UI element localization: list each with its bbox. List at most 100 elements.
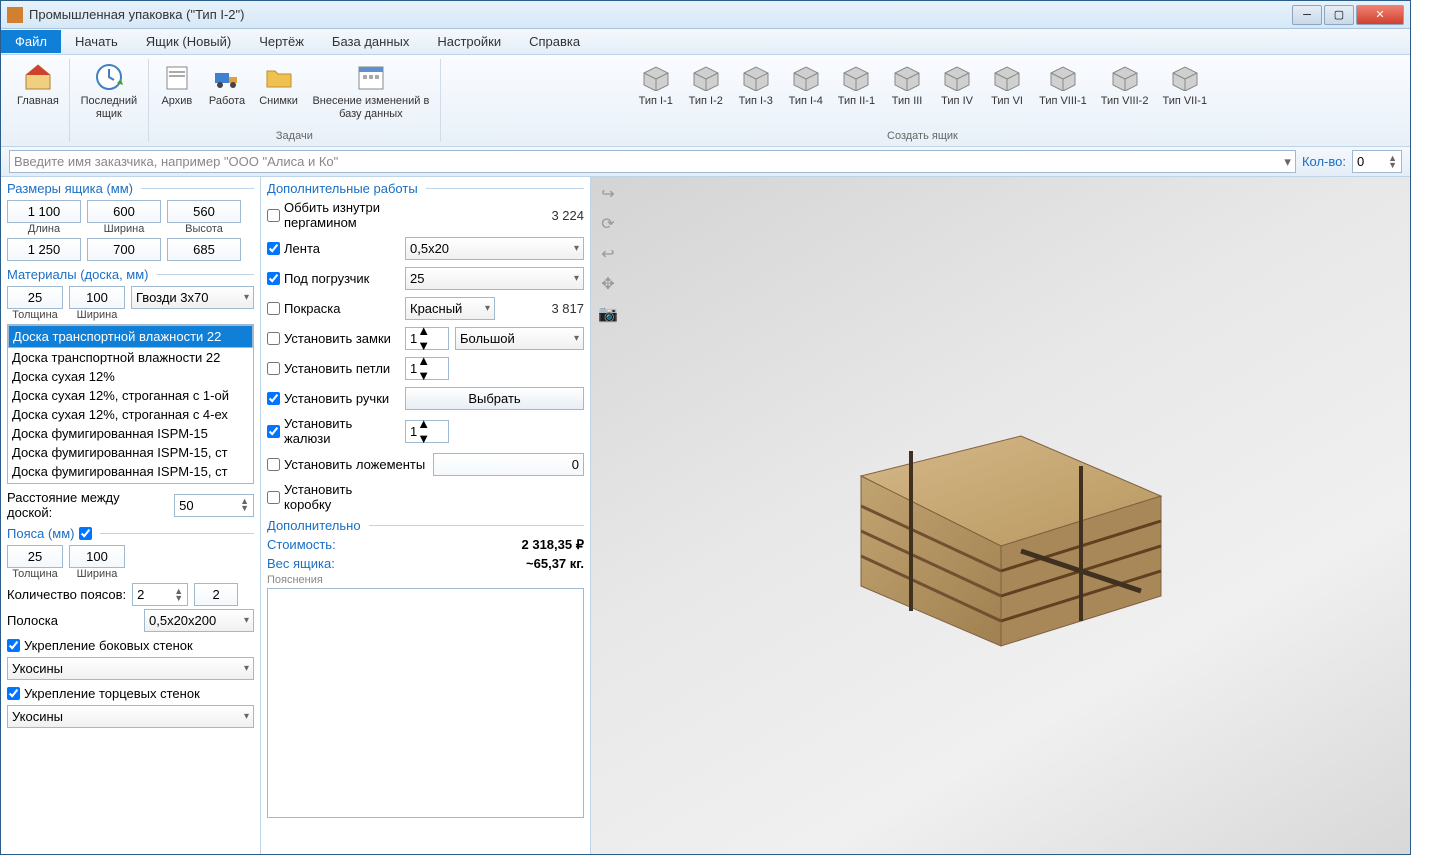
camera-icon[interactable]: 📷: [595, 301, 621, 327]
crate-type-1[interactable]: Тип I-2: [682, 59, 730, 128]
box-checkbox[interactable]: [267, 491, 280, 504]
fork-select[interactable]: 25▾: [405, 267, 584, 290]
menu-drawing[interactable]: Чертёж: [245, 30, 318, 53]
width2-input[interactable]: 700: [87, 238, 161, 261]
nails-select[interactable]: Гвозди 3x70▾: [131, 286, 254, 309]
crate-type-0[interactable]: Тип I-1: [632, 59, 680, 128]
menu-crate[interactable]: Ящик (Новый): [132, 30, 245, 53]
weight-value: ~65,37 кг.: [526, 556, 584, 571]
menu-help[interactable]: Справка: [515, 30, 594, 53]
calendar-icon: [355, 61, 387, 93]
ribbon-work[interactable]: Работа: [203, 59, 251, 128]
reinforce-end-select[interactable]: Укосины▾: [7, 705, 254, 728]
materials-legend: Материалы (доска, мм): [7, 267, 254, 282]
length2-input[interactable]: 1 250: [7, 238, 81, 261]
cradles-input[interactable]: 0: [433, 453, 584, 476]
reinforce-end-checkbox[interactable]: [7, 687, 20, 700]
menu-settings[interactable]: Настройки: [423, 30, 515, 53]
ribbon-last-crate[interactable]: Последний ящик: [74, 59, 144, 128]
tape-checkbox[interactable]: [267, 242, 280, 255]
ribbon-home[interactable]: Главная: [11, 59, 65, 128]
belt-count2-input[interactable]: 2: [194, 583, 238, 606]
refresh-icon[interactable]: ⟳: [595, 211, 621, 237]
viewport-3d[interactable]: ↪ ⟳ ↩ ✥ 📷: [591, 177, 1410, 854]
crate-type-5[interactable]: Тип III: [883, 59, 931, 128]
ribbon-group-tasks: Задачи: [276, 130, 313, 142]
minimize-button[interactable]: ─: [1292, 5, 1322, 25]
weight-label: Вес ящика:: [267, 556, 335, 571]
width-input[interactable]: 600: [87, 200, 161, 223]
blinds-checkbox[interactable]: [267, 425, 280, 438]
handles-checkbox[interactable]: [267, 392, 280, 405]
crate-type-6[interactable]: Тип IV: [933, 59, 981, 128]
length-input[interactable]: 1 100: [7, 200, 81, 223]
ribbon-archive[interactable]: Архив: [153, 59, 201, 128]
panel-left: Размеры ящика (мм) 1 100Длина 600Ширина …: [1, 177, 261, 854]
pergamin-checkbox[interactable]: [267, 209, 280, 222]
height2-input[interactable]: 685: [167, 238, 241, 261]
crate-type-4[interactable]: Тип II-1: [832, 59, 881, 128]
locks-checkbox[interactable]: [267, 332, 280, 345]
maximize-button[interactable]: ▢: [1324, 5, 1354, 25]
list-item[interactable]: Доска сухая 12%, строганная с 4-ех: [8, 405, 253, 424]
belts-checkbox[interactable]: [79, 527, 92, 540]
pergamin-value: 3 224: [551, 208, 584, 223]
menu-file[interactable]: Файл: [1, 30, 61, 53]
height-input[interactable]: 560: [167, 200, 241, 223]
crate-icon: [891, 61, 923, 93]
move-icon[interactable]: ✥: [595, 271, 621, 297]
locks-count[interactable]: 1▲▼: [405, 327, 449, 350]
close-button[interactable]: ✕: [1356, 5, 1404, 25]
customer-input[interactable]: Введите имя заказчика, например "ООО "Ал…: [9, 150, 1296, 173]
thickness-input[interactable]: 25: [7, 286, 63, 309]
crate-type-9[interactable]: Тип VIII-2: [1095, 59, 1155, 128]
reinforce-side-checkbox[interactable]: [7, 639, 20, 652]
list-item[interactable]: Доска фумигированная ISPM-15, ст: [8, 443, 253, 462]
fork-checkbox[interactable]: [267, 272, 280, 285]
paint-checkbox[interactable]: [267, 302, 280, 315]
list-item[interactable]: Доска сухая 12%, строганная с 1-ой: [8, 386, 253, 405]
crate-icon: [640, 61, 672, 93]
crate-type-3[interactable]: Тип I-4: [782, 59, 830, 128]
crate-icon: [790, 61, 822, 93]
cost-value: 2 318,35 ₽: [522, 537, 585, 553]
list-item[interactable]: Доска сухая 12%: [8, 367, 253, 386]
cradles-checkbox[interactable]: [267, 458, 280, 471]
notes-textarea[interactable]: [267, 588, 584, 818]
list-item[interactable]: Доска фумигированная ISPM-15: [8, 424, 253, 443]
belt-w-input[interactable]: 100: [69, 545, 125, 568]
crate-type-7[interactable]: Тип VI: [983, 59, 1031, 128]
crate-icon: [840, 61, 872, 93]
hinges-checkbox[interactable]: [267, 362, 280, 375]
notes-label: Пояснения: [267, 574, 584, 586]
blinds-count[interactable]: 1▲▼: [405, 420, 449, 443]
tape-select[interactable]: 0,5x20▾: [405, 237, 584, 260]
belt-th-input[interactable]: 25: [7, 545, 63, 568]
menu-db[interactable]: База данных: [318, 30, 423, 53]
paint-select[interactable]: Красный▾: [405, 297, 495, 320]
gap-input[interactable]: 50▲▼: [174, 494, 254, 517]
list-item[interactable]: Доска транспортной влажности 22: [8, 325, 253, 348]
reinforce-side-select[interactable]: Укосины▾: [7, 657, 254, 680]
ribbon-db-edit[interactable]: Внесение изменений в базу данных: [306, 59, 436, 128]
crate-type-10[interactable]: Тип VII-1: [1156, 59, 1213, 128]
materials-list[interactable]: Доска транспортной влажности 22Доска тра…: [7, 324, 254, 484]
panel-mid: Дополнительные работы Оббить изнутри пер…: [261, 177, 591, 854]
crate-icon: [1047, 61, 1079, 93]
locks-size-select[interactable]: Большой▾: [455, 327, 584, 350]
qty-input[interactable]: 0 ▲▼: [1352, 150, 1402, 173]
redo-icon[interactable]: ↪: [595, 181, 621, 207]
belt-count1-input[interactable]: 2▲▼: [132, 583, 188, 606]
ribbon-group-create: Создать ящик: [887, 130, 958, 142]
list-item[interactable]: Доска транспортной влажности 22: [8, 348, 253, 367]
hinges-count[interactable]: 1▲▼: [405, 357, 449, 380]
ribbon-snapshots[interactable]: Снимки: [253, 59, 304, 128]
strip-select[interactable]: 0,5x20x200▾: [144, 609, 254, 632]
menu-start[interactable]: Начать: [61, 30, 132, 53]
board-width-input[interactable]: 100: [69, 286, 125, 309]
choose-button[interactable]: Выбрать: [405, 387, 584, 410]
list-item[interactable]: Доска фумигированная ISPM-15, ст: [8, 462, 253, 481]
undo-icon[interactable]: ↩: [595, 241, 621, 267]
crate-type-8[interactable]: Тип VIII-1: [1033, 59, 1093, 128]
crate-type-2[interactable]: Тип I-3: [732, 59, 780, 128]
